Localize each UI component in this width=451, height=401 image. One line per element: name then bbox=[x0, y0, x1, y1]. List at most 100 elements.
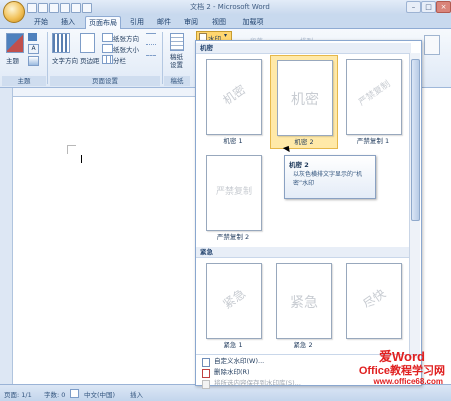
line-numbers-icon[interactable] bbox=[146, 44, 156, 52]
tab-home[interactable]: 开始 bbox=[30, 16, 52, 28]
group-separator bbox=[47, 32, 48, 84]
group-label-paper: 稿纸 bbox=[164, 76, 190, 86]
status-words[interactable]: 字数: 0 bbox=[44, 389, 65, 399]
tab-insert[interactable]: 插入 bbox=[57, 16, 79, 28]
theme-effects-icon[interactable] bbox=[28, 56, 39, 66]
chevron-down-icon: ▾ bbox=[224, 32, 228, 39]
margins-icon bbox=[80, 33, 95, 53]
watermark-thumb-no-copy-2[interactable]: 严禁复制 严禁复制 2 bbox=[200, 151, 266, 243]
watermark-thumb-urgent-2[interactable]: 紧急 紧急 2 bbox=[270, 259, 336, 351]
watermark-gallery[interactable]: 机密 机密 机密 1 机密 机密 2 严禁复制 严禁复制 1 严禁复制 严禁复制… bbox=[195, 40, 422, 389]
status-page[interactable]: 页面: 1/1 bbox=[4, 389, 32, 399]
orientation-icon bbox=[102, 33, 113, 42]
watermark-preview-page: 尽快 bbox=[346, 263, 402, 339]
status-mode[interactable]: 插入 bbox=[130, 389, 143, 399]
watermark-preview-page: 机密 bbox=[206, 59, 262, 135]
watermark-thumb-asap-1[interactable]: 尽快 bbox=[340, 259, 406, 351]
text-direction-label: 文字方向 bbox=[52, 57, 78, 65]
page-icon bbox=[202, 358, 210, 367]
proofing-icon[interactable] bbox=[70, 389, 79, 398]
margin-corner-mark bbox=[67, 145, 76, 154]
watermark-thumb-label: 严禁复制 2 bbox=[216, 233, 250, 241]
status-language[interactable]: 中文(中国) bbox=[84, 389, 115, 399]
text-direction-icon bbox=[52, 33, 70, 53]
maximize-button[interactable]: □ bbox=[421, 1, 436, 13]
scrollbar-thumb[interactable] bbox=[411, 59, 420, 221]
site-watermark-logo: 爱Word Office教程学习网 www.office68.com bbox=[330, 344, 451, 394]
quick-access-icon[interactable] bbox=[71, 3, 81, 13]
size-button[interactable]: 纸张大小 bbox=[113, 44, 139, 54]
minimize-button[interactable]: – bbox=[406, 1, 421, 13]
watermark-thumb-confidential-1[interactable]: 机密 机密 1 bbox=[200, 55, 266, 147]
watermark-preview-text: 严禁复制 bbox=[215, 187, 252, 197]
theme-fonts-icon[interactable]: A bbox=[28, 44, 39, 54]
watermark-preview-page: 严禁复制 bbox=[346, 59, 402, 135]
tab-mailings[interactable]: 邮件 bbox=[153, 16, 175, 28]
margins-button[interactable]: 页边距 bbox=[80, 33, 100, 65]
themes-icon bbox=[6, 33, 24, 53]
watermark-thumb-label: 机密 2 bbox=[294, 138, 314, 146]
redo-icon[interactable] bbox=[49, 3, 59, 13]
watermark-thumb-confidential-2[interactable]: 机密 机密 2 bbox=[270, 55, 338, 149]
watermark-preview-text: 紧急 bbox=[220, 286, 249, 312]
breaks-icon[interactable] bbox=[146, 33, 156, 41]
text-direction-button[interactable]: 文字方向 bbox=[52, 33, 78, 65]
undo-icon[interactable] bbox=[38, 3, 48, 13]
hyphenation-icon[interactable] bbox=[146, 55, 156, 63]
logo-line2: Office教程学习网 bbox=[358, 365, 445, 377]
watermark-thumb-urgent-1[interactable]: 紧急 紧急 1 bbox=[200, 259, 266, 351]
gallery-save-icon bbox=[202, 380, 210, 389]
watermark-preview-text: 机密 bbox=[220, 82, 249, 108]
watermark-preview-page: 机密 bbox=[277, 60, 333, 136]
gallery-scrollbar[interactable] bbox=[409, 53, 420, 358]
horizontal-ruler[interactable] bbox=[12, 88, 195, 97]
tooltip: 机密 2 以灰色横排文字显示的“机密”水印 bbox=[284, 155, 376, 199]
paper-settings-label: 稿纸设置 bbox=[170, 53, 183, 69]
themes-button[interactable]: 主题 bbox=[6, 33, 24, 65]
watermark-preview-page: 严禁复制 bbox=[206, 155, 262, 231]
tab-references[interactable]: 引用 bbox=[126, 16, 148, 28]
themes-label: 主题 bbox=[6, 57, 19, 65]
watermark-preview-text: 机密 bbox=[291, 92, 319, 108]
columns-icon bbox=[102, 55, 113, 64]
tooltip-title: 机密 2 bbox=[289, 161, 309, 169]
watermark-thumb-label: 紧急 2 bbox=[293, 341, 313, 349]
theme-colors-icon[interactable] bbox=[28, 33, 37, 41]
tab-page-layout[interactable]: 页面布局 bbox=[85, 16, 121, 29]
group-label-page-setup: 页面设置 bbox=[50, 76, 160, 86]
tab-review[interactable]: 审阅 bbox=[180, 16, 202, 28]
section-header-urgent: 紧急 bbox=[196, 247, 411, 258]
menu-item-label: 自定义水印(W)... bbox=[214, 357, 265, 365]
quick-access-icon[interactable] bbox=[60, 3, 70, 13]
paper-settings-icon bbox=[170, 33, 184, 51]
delete-icon bbox=[202, 369, 210, 378]
office-button[interactable] bbox=[3, 1, 25, 23]
title-bar: 文档 2 - Microsoft Word – □ × bbox=[0, 0, 451, 14]
section-header-confidential: 机密 bbox=[196, 43, 411, 54]
orientation-button[interactable]: 纸张方向 bbox=[113, 33, 139, 43]
watermark-preview-page: 紧急 bbox=[206, 263, 262, 339]
watermark-thumb-label: 严禁复制 1 bbox=[356, 137, 390, 145]
paper-icon[interactable] bbox=[424, 35, 440, 55]
watermark-thumb-no-copy-1[interactable]: 严禁复制 严禁复制 1 bbox=[340, 55, 406, 147]
vertical-ruler[interactable] bbox=[0, 88, 13, 384]
close-button[interactable]: × bbox=[436, 1, 451, 13]
menu-item-label: 将所选内容保存到水印库(S)... bbox=[214, 379, 301, 387]
text-cursor bbox=[81, 155, 82, 163]
document-page[interactable] bbox=[13, 97, 198, 384]
paper-settings-button[interactable]: 稿纸设置 bbox=[170, 33, 186, 69]
tab-add-ins[interactable]: 加载项 bbox=[238, 16, 268, 28]
watermark-preview-text: 紧急 bbox=[290, 295, 318, 311]
watermark-preview-text: 尽快 bbox=[360, 286, 389, 312]
group-label-themes: 主题 bbox=[2, 76, 46, 86]
save-icon[interactable] bbox=[27, 3, 37, 13]
quick-access-customize-icon[interactable] bbox=[82, 3, 92, 13]
columns-button[interactable]: 分栏 bbox=[113, 55, 126, 65]
watermark-thumb-label: 紧急 1 bbox=[223, 341, 243, 349]
watermark-preview-text: 严禁复制 bbox=[357, 79, 393, 109]
tooltip-body: 以灰色横排文字显示的“机密”水印 bbox=[293, 171, 363, 187]
margins-label: 页边距 bbox=[80, 57, 100, 65]
ribbon-tab-bar: 开始 插入 页面布局 引用 邮件 审阅 视图 加载项 bbox=[0, 14, 451, 29]
tab-view[interactable]: 视图 bbox=[208, 16, 230, 28]
watermark-preview-page: 紧急 bbox=[276, 263, 332, 339]
